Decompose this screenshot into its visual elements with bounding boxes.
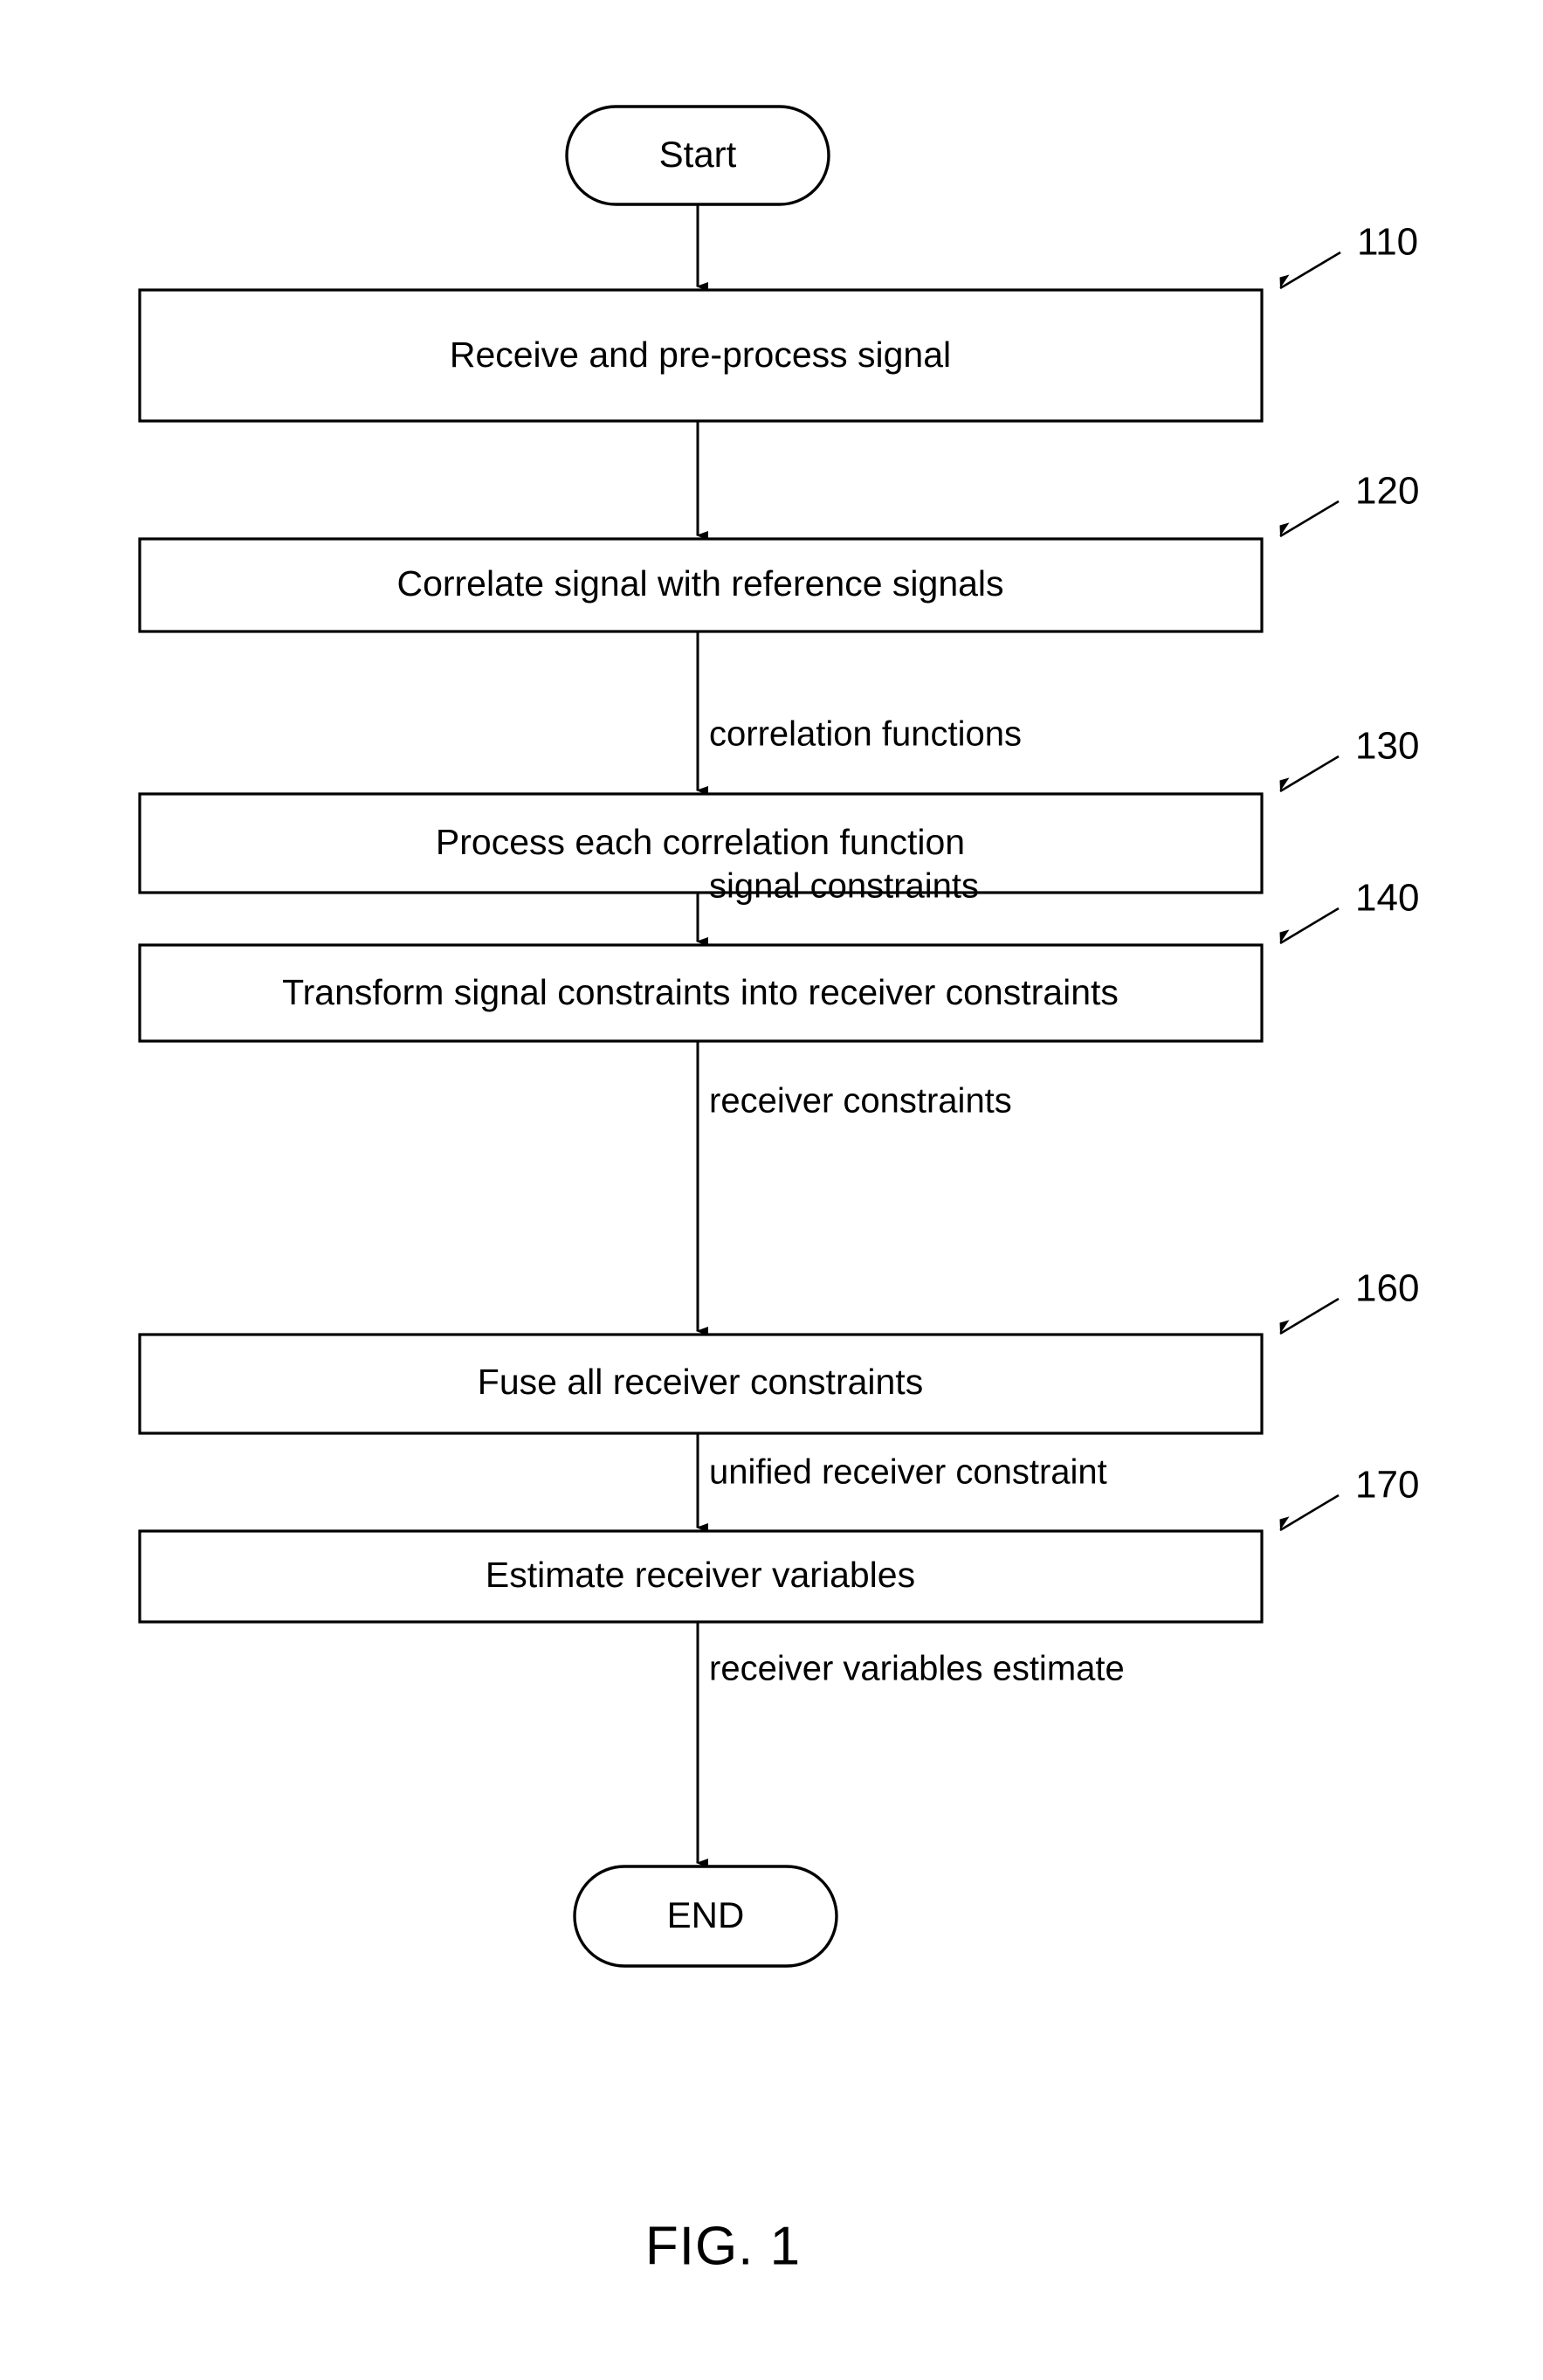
figure-caption: FIG. 1: [645, 2216, 801, 2276]
edge-label-signal-constraints: signal constraints: [709, 867, 979, 906]
process-node-110: Receive and pre-process signal: [138, 288, 1264, 423]
edge-label-receiver-constraints: receiver constraints: [709, 1082, 1012, 1121]
reference-callout-140: 140: [1279, 877, 1419, 945]
edge-label-correlation-functions: correlation functions: [709, 715, 1022, 754]
process-node-140: Transform signal constraints into receiv…: [138, 943, 1264, 1043]
reference-callout-130: 130: [1279, 725, 1419, 793]
process-node-130: Process each correlation function: [138, 792, 1264, 894]
reference-callout-170: 170: [1279, 1464, 1419, 1532]
process-node-120-label: Correlate signal with reference signals: [396, 563, 1003, 604]
patent-figure-page: Start Receive and pre-process signal 110…: [0, 0, 1543, 2380]
reference-callout-170-leader: [1279, 1494, 1340, 1532]
reference-callout-140-number: 140: [1355, 877, 1419, 920]
process-node-110-label: Receive and pre-process signal: [450, 335, 951, 375]
process-node-170-label: Estimate receiver variables: [486, 1555, 915, 1595]
process-node-160: Fuse all receiver constraints: [138, 1333, 1264, 1435]
process-node-160-label: Fuse all receiver constraints: [478, 1362, 923, 1402]
reference-callout-130-leader: [1279, 755, 1340, 793]
end-terminal: END: [573, 1865, 838, 1968]
edge-label-unified-receiver-constraint: unified receiver constraint: [709, 1453, 1107, 1492]
process-node-170: Estimate receiver variables: [138, 1529, 1264, 1624]
flowchart-canvas: Start Receive and pre-process signal 110…: [138, 105, 1419, 2276]
reference-callout-120-leader: [1279, 500, 1340, 538]
reference-callout-160-leader: [1279, 1297, 1340, 1335]
process-node-120: Correlate signal with reference signals: [138, 537, 1264, 633]
start-terminal: Start: [565, 105, 830, 206]
reference-callout-170-number: 170: [1355, 1464, 1419, 1507]
end-terminal-label: END: [667, 1894, 745, 1935]
reference-callout-110-number: 110: [1357, 221, 1418, 264]
reference-callout-160: 160: [1279, 1267, 1419, 1335]
reference-callout-120-number: 120: [1355, 470, 1419, 513]
reference-callout-160-number: 160: [1355, 1267, 1419, 1310]
start-terminal-label: Start: [659, 134, 737, 175]
reference-callout-130-number: 130: [1355, 725, 1419, 768]
reference-callout-110-leader: [1279, 251, 1341, 290]
reference-callout-140-leader: [1279, 907, 1340, 945]
reference-callout-110: 110: [1279, 221, 1418, 290]
reference-callout-120: 120: [1279, 470, 1419, 538]
process-node-140-label: Transform signal constraints into receiv…: [282, 972, 1119, 1012]
edge-label-receiver-variables-estimate: receiver variables estimate: [709, 1650, 1125, 1688]
process-node-130-label: Process each correlation function: [436, 822, 965, 862]
